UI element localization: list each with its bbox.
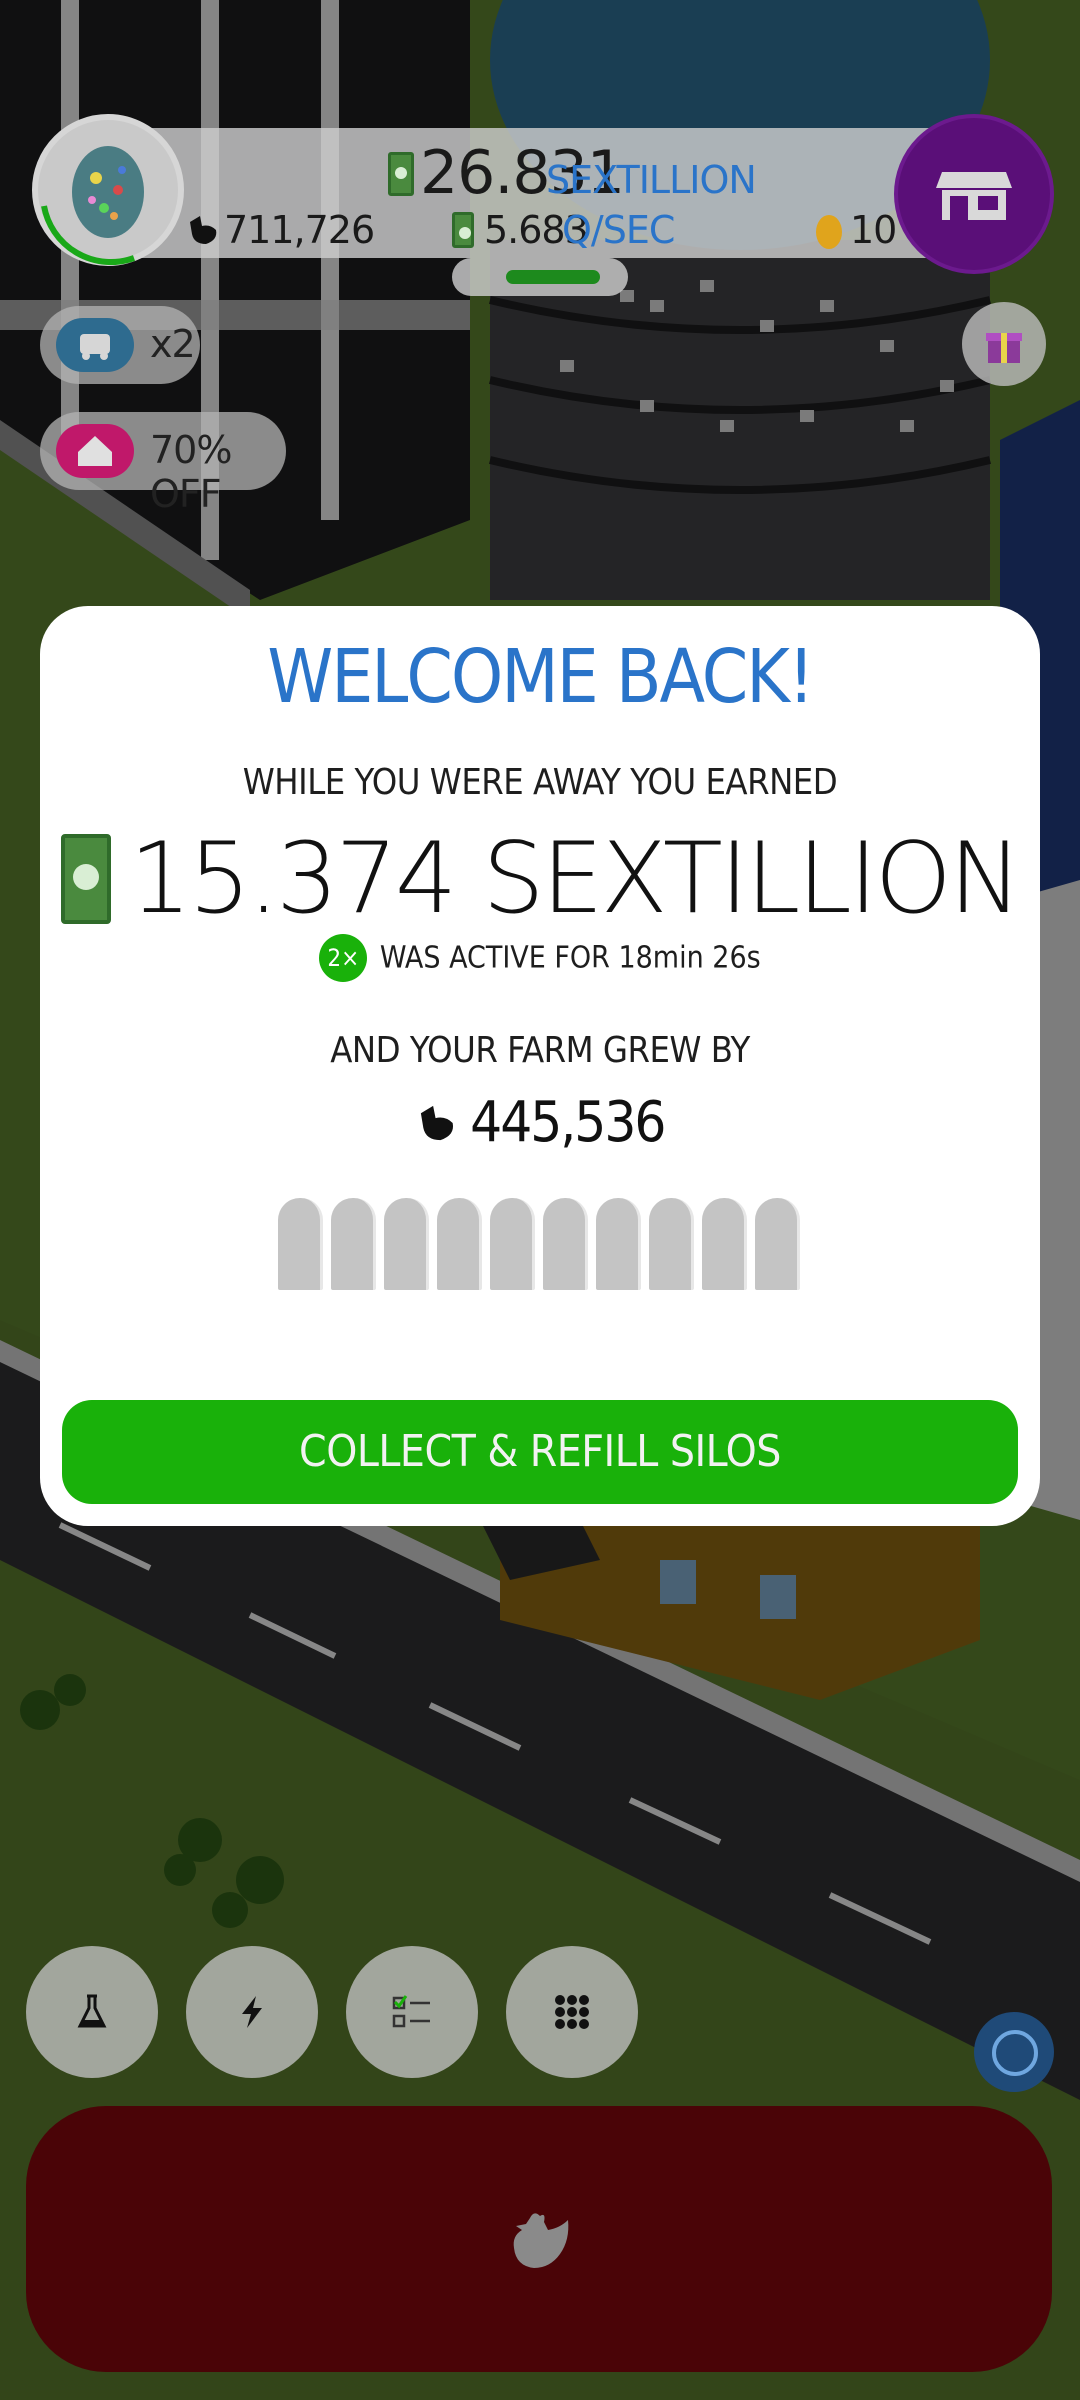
silo-6 <box>543 1198 588 1290</box>
progress-ring <box>41 205 136 265</box>
silo-7 <box>596 1198 641 1290</box>
rate-unit: Q/SEC <box>562 208 675 252</box>
chicken-icon <box>420 1105 453 1140</box>
gift-button[interactable] <box>962 302 1046 386</box>
missions-button[interactable] <box>346 1946 478 2078</box>
gift-icon <box>986 333 1022 363</box>
grew-amount: 445,536 <box>470 1090 666 1155</box>
silo-1 <box>278 1198 323 1290</box>
golden-egg-count: 10 <box>850 208 897 252</box>
silo-10 <box>755 1198 800 1290</box>
earned-amount: 15.374 SEXTILLION <box>129 822 1022 936</box>
cash-icon <box>388 152 414 196</box>
hatch-meter-fill <box>506 270 600 284</box>
silo-4 <box>437 1198 482 1290</box>
ring-icon <box>992 2030 1038 2076</box>
discount-label: 70% OFF <box>150 428 232 516</box>
discount-icon-badge <box>56 424 134 478</box>
grew-label: AND YOUR FARM GREW BY <box>330 1030 750 1071</box>
research-icon <box>77 1994 107 2028</box>
silo-5 <box>490 1198 535 1290</box>
grid-icon <box>555 1995 589 2029</box>
multiplier-label: x2 <box>150 322 196 366</box>
floating-action-button[interactable] <box>974 2012 1054 2092</box>
boosts-button[interactable] <box>186 1946 318 2078</box>
silo-8 <box>649 1198 694 1290</box>
multiplier-pill[interactable]: x2 <box>40 306 200 384</box>
welcome-back-dialog: WELCOME BACK! WHILE YOU WERE AWAY YOU EA… <box>40 606 1040 1526</box>
grew-row: 445,536 <box>40 1090 1040 1155</box>
research-button[interactable] <box>26 1946 158 2078</box>
rate-cash-icon <box>452 212 474 248</box>
silo-2 <box>331 1198 376 1290</box>
menu-button[interactable] <box>506 1946 638 2078</box>
money-unit: SEXTILLION <box>546 158 757 202</box>
earned-row: 15.374 SEXTILLION <box>40 822 1040 936</box>
lightning-icon <box>242 1996 262 2028</box>
hatch-chicken-button[interactable] <box>26 2106 1052 2372</box>
active-duration: WAS ACTIVE FOR 18min 26s <box>379 940 761 976</box>
earned-label: WHILE YOU WERE AWAY YOU EARNED <box>242 762 838 803</box>
dialog-title: WELCOME BACK! <box>267 634 814 720</box>
cash-icon <box>60 834 111 924</box>
discount-pill[interactable]: 70% OFF <box>40 412 286 516</box>
boost-icon-badge <box>56 318 134 372</box>
chicken-count: 711,726 <box>224 208 375 252</box>
shop-button[interactable] <box>894 114 1054 274</box>
golden-egg-icon <box>816 215 842 249</box>
silo-3 <box>384 1198 429 1290</box>
chicken-icon <box>190 216 217 244</box>
active-row: 2× WAS ACTIVE FOR 18min 26s <box>40 934 1040 982</box>
chicken-icon <box>513 2213 569 2268</box>
silo-9 <box>702 1198 747 1290</box>
home-icon <box>78 436 112 466</box>
hatch-meter <box>452 258 628 296</box>
active-2x-badge: 2× <box>319 934 368 982</box>
truck-icon <box>80 334 110 360</box>
checklist-icon <box>392 1995 430 2028</box>
collect-refill-silos-button[interactable]: COLLECT & REFILL SILOS <box>62 1400 1018 1504</box>
shop-icon <box>936 172 1012 220</box>
